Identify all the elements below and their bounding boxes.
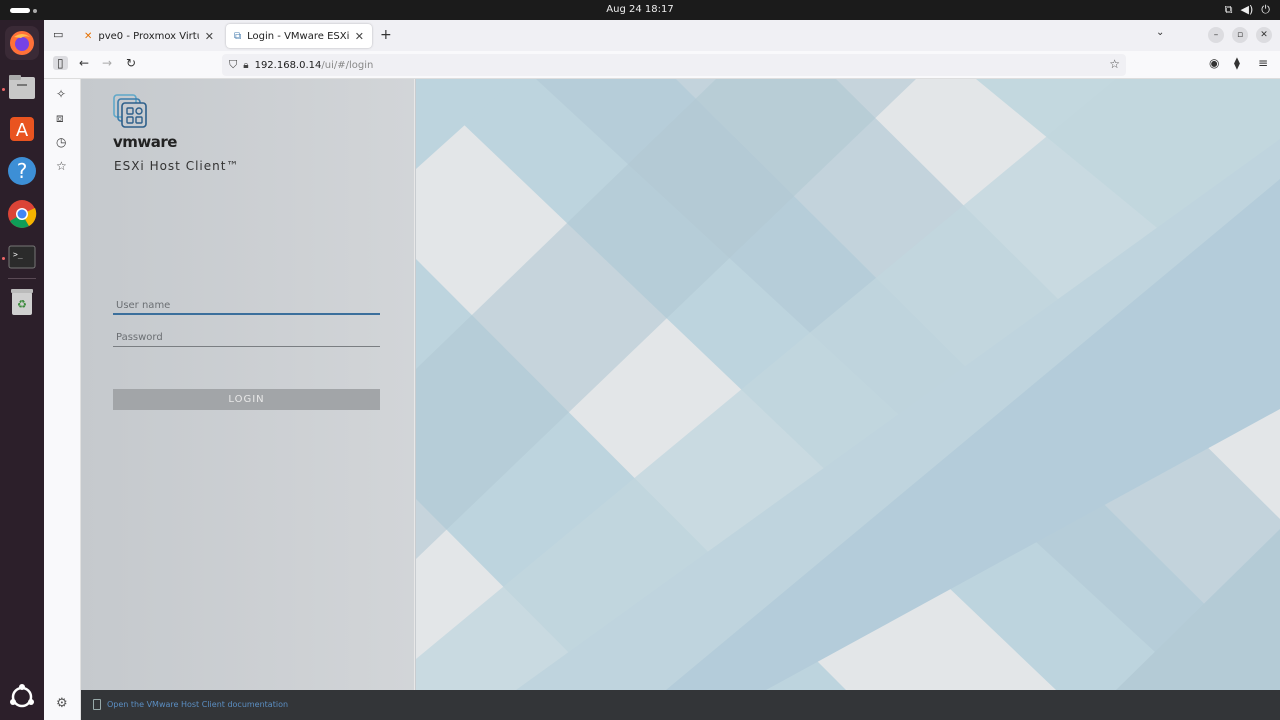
tab-title: pve0 - Proxmox Virtual Environment <box>98 30 198 42</box>
username-input[interactable] <box>113 297 380 315</box>
list-all-tabs-chevron-icon[interactable]: ⌄ <box>1156 27 1164 38</box>
sidebar-toggle-icon[interactable]: ▯ <box>53 56 68 70</box>
menu-icon[interactable]: ≡ <box>1258 56 1268 70</box>
firefox-icon[interactable] <box>5 26 39 60</box>
sidebar-settings-gear-icon[interactable]: ⚙ <box>56 696 68 711</box>
ubuntu-logo-icon[interactable] <box>5 680 39 714</box>
page-content: vmware ESXi Host Client™ LOGIN <box>81 79 1280 690</box>
documentation-link[interactable]: Open the VMware Host Client documentatio… <box>107 700 288 709</box>
dock-separator <box>8 278 36 279</box>
url-bar[interactable]: ⛉ 🔒︎ 192.168.0.14/ui/#/login ☆ <box>222 54 1126 76</box>
close-tab-icon[interactable]: ✕ <box>205 30 214 43</box>
app-center-icon[interactable]: A <box>5 112 39 146</box>
history-icon[interactable]: ◷ <box>56 135 66 149</box>
bookmark-star-icon[interactable]: ☆ <box>1109 57 1120 71</box>
lock-icon[interactable]: 🔒︎ <box>243 60 248 71</box>
shield-icon[interactable]: ⛉ <box>229 58 237 72</box>
reload-icon[interactable]: ↻ <box>126 56 136 70</box>
svg-text:>_: >_ <box>13 250 23 259</box>
vmware-wordmark: vmware <box>113 133 177 151</box>
synced-tabs-icon[interactable]: ⧈ <box>56 111 64 126</box>
restore-button[interactable]: ▫ <box>1232 27 1248 43</box>
new-tab-button[interactable]: + <box>380 27 392 43</box>
files-running-dot <box>2 88 5 91</box>
system-tray[interactable]: ⧉ ◀) ⏻ <box>1225 3 1270 17</box>
background-pattern <box>416 79 1280 690</box>
tab-proxmox[interactable]: ✕ pve0 - Proxmox Virtual Environment ✕ <box>76 24 222 48</box>
svg-text:?: ? <box>17 159 28 183</box>
browser-sidebar: ✧ ⧈ ◷ ☆ <box>44 79 81 720</box>
chrome-icon[interactable] <box>5 197 39 231</box>
password-input[interactable] <box>113 329 380 347</box>
vmware-icon: ⧉ <box>234 30 242 42</box>
url-host: 192.168.0.14 <box>254 59 322 71</box>
close-tab-icon[interactable]: ✕ <box>355 30 364 43</box>
terminal-running-dot <box>2 257 5 260</box>
terminal-icon[interactable]: >_ <box>5 240 39 274</box>
product-title: ESXi Host Client™ <box>114 159 240 173</box>
clock[interactable]: Aug 24 18:17 <box>0 4 1280 15</box>
tab-title: Login - VMware ESXi <box>247 30 349 42</box>
volume-icon[interactable]: ◀) <box>1241 3 1254 17</box>
network-icon[interactable]: ⧉ <box>1225 3 1233 17</box>
extensions-icon[interactable]: ⧫ <box>1234 56 1240 70</box>
minimize-button[interactable]: – <box>1208 27 1224 43</box>
vmware-logo-icon <box>113 94 147 128</box>
login-button[interactable]: LOGIN <box>113 389 380 410</box>
trash-icon[interactable]: ♻ <box>5 285 39 319</box>
svg-text:A: A <box>16 120 29 141</box>
account-icon[interactable]: ◉ <box>1209 56 1219 70</box>
tab-bar: ▭ ✕ pve0 - Proxmox Virtual Environment ✕… <box>44 20 1280 51</box>
page-footer: Open the VMware Host Client documentatio… <box>81 690 1280 720</box>
login-panel: vmware ESXi Host Client™ LOGIN <box>81 79 415 690</box>
files-icon[interactable] <box>5 70 39 104</box>
dock: A ? >_ ♻ <box>0 20 44 720</box>
forward-arrow-icon[interactable]: → <box>102 56 112 70</box>
system-top-bar: Aug 24 18:17 ⧉ ◀) ⏻ <box>0 0 1280 20</box>
power-icon[interactable]: ⏻ <box>1261 3 1270 17</box>
tab-overview-icon[interactable]: ▭ <box>53 28 63 41</box>
bookmarks-star-icon[interactable]: ☆ <box>56 159 67 173</box>
svg-text:♻: ♻ <box>17 298 27 311</box>
help-icon[interactable]: ? <box>5 154 39 188</box>
document-icon <box>93 699 101 710</box>
proxmox-icon: ✕ <box>84 30 93 42</box>
tab-vmware-login[interactable]: ⧉ Login - VMware ESXi ✕ <box>226 24 372 48</box>
navigation-toolbar: ▯ ← → ↻ ⛉ 🔒︎ 192.168.0.14/ui/#/login ☆ ◉… <box>44 51 1280 79</box>
ai-chatbot-icon[interactable]: ✧ <box>56 87 66 101</box>
firefox-window: ▭ ✕ pve0 - Proxmox Virtual Environment ✕… <box>44 20 1280 720</box>
back-arrow-icon[interactable]: ← <box>79 56 89 70</box>
url-path: /ui/#/login <box>321 59 374 71</box>
close-window-button[interactable]: ✕ <box>1256 27 1272 43</box>
